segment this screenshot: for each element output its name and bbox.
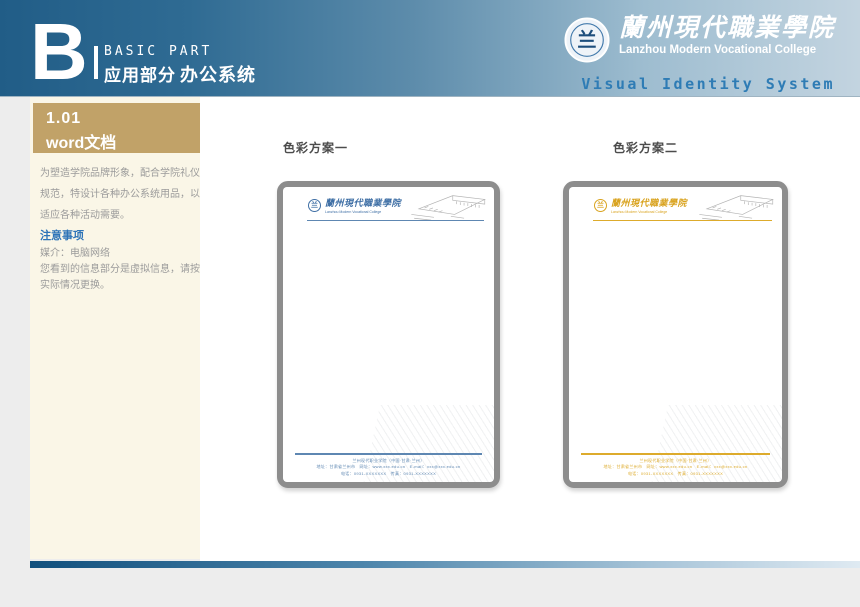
section-title-cn-sub: 办公系统 [180, 65, 256, 85]
contact-line: 电话：0931-XXXXXXX 传真：0931-XXXXXXX [283, 471, 494, 478]
section-description: 为塑造学院品牌形象，配合学院礼仪规范，特设计各种办公系统用品，以适应各种活动需要… [40, 163, 200, 226]
college-name-cn: 蘭州現代職業學院 [619, 14, 835, 43]
letterhead-header: 兰 蘭州現代職業學院 Lanzhou Modern Vocational Col… [594, 196, 687, 214]
letterhead-page: 兰 蘭州現代職業學院 Lanzhou Modern Vocational Col… [283, 187, 494, 482]
vis-system-label: Visual Identity System [581, 75, 835, 93]
footer-accent-bar [30, 561, 860, 568]
college-brand-text: 蘭州現代職業學院 Lanzhou Modern Vocational Colle… [619, 14, 835, 56]
section-title-en: BASIC PART [104, 44, 256, 59]
section-index: 1.01 [46, 110, 200, 128]
campus-building-sketch [409, 190, 489, 222]
letterhead-name-en: Lanzhou Modern Vocational College [325, 210, 401, 214]
letterhead-bottom-rule [581, 453, 770, 455]
college-name-en: Lanzhou Modern Vocational College [619, 44, 835, 56]
letterhead-contact-block: 兰州现代职业学院（中国·甘肃·兰州） 地址：甘肃省兰州市 网址：www.xxx.… [569, 458, 782, 478]
notes-line-media: 媒介：电脑网络 [40, 246, 200, 262]
letterhead-page: 兰 蘭州現代職業學院 Lanzhou Modern Vocational Col… [569, 187, 782, 482]
letterhead-bottom-rule [295, 453, 482, 455]
letterhead-top-rule [593, 220, 772, 221]
campus-building-sketch [697, 190, 777, 222]
section-title-cn: 应用部分办公系统 [104, 61, 256, 87]
header-divider [94, 46, 98, 79]
letterhead-contact-block: 兰州现代职业学院（中国·甘肃·兰州） 地址：甘肃省兰州市 网址：www.xxx.… [283, 458, 494, 478]
college-brand: 兰 蘭州現代職業學院 Lanzhou Modern Vocational Col… [564, 14, 835, 63]
scheme1-label: 色彩方案一 [283, 139, 348, 156]
section-page-title: word文档 [46, 129, 200, 153]
letterhead-top-rule [307, 220, 484, 221]
letterhead-name-en: Lanzhou Modern Vocational College [611, 210, 687, 214]
college-seal-icon-small: 兰 [308, 199, 321, 212]
section-letter: B [30, 12, 88, 92]
svg-text:兰: 兰 [577, 29, 596, 52]
letterhead-name-cn: 蘭州現代職業學院 [611, 196, 687, 209]
college-seal-icon: 兰 [564, 17, 610, 63]
sidebar-panel: 1.01 word文档 为塑造学院品牌形象，配合学院礼仪规范，特设计各种办公系统… [30, 97, 200, 559]
scheme1-letterhead-preview: 兰 蘭州現代職業學院 Lanzhou Modern Vocational Col… [277, 181, 500, 488]
notes-block: 注意事项 媒介：电脑网络 您看到的信息部分是虚拟信息，请按实际情况更换。 [40, 228, 200, 294]
college-seal-icon-small: 兰 [594, 199, 607, 212]
page-header: B BASIC PART 应用部分办公系统 兰 蘭州現代職業學院 Lanzhou… [0, 0, 860, 97]
scheme2-letterhead-preview: 兰 蘭州現代職業學院 Lanzhou Modern Vocational Col… [563, 181, 788, 488]
section-title-cn-main: 应用部分 [104, 66, 176, 85]
section-index-box: 1.01 word文档 [33, 103, 200, 153]
letterhead-brand-text: 蘭州現代職業學院 Lanzhou Modern Vocational Colle… [325, 196, 401, 214]
letterhead-header: 兰 蘭州現代職業學院 Lanzhou Modern Vocational Col… [308, 196, 401, 214]
contact-line: 电话：0931-XXXXXXX 传真：0931-XXXXXXX [569, 471, 782, 478]
notes-line-disclaimer: 您看到的信息部分是虚拟信息，请按实际情况更换。 [40, 262, 200, 294]
notes-title: 注意事项 [40, 228, 200, 244]
letterhead-brand-text: 蘭州現代職業學院 Lanzhou Modern Vocational Colle… [611, 196, 687, 214]
letterhead-name-cn: 蘭州現代職業學院 [325, 196, 401, 209]
section-names: BASIC PART 应用部分办公系统 [104, 44, 256, 87]
vi-manual-page: B BASIC PART 应用部分办公系统 兰 蘭州現代職業學院 Lanzhou… [0, 0, 860, 607]
scheme2-label: 色彩方案二 [613, 139, 678, 156]
